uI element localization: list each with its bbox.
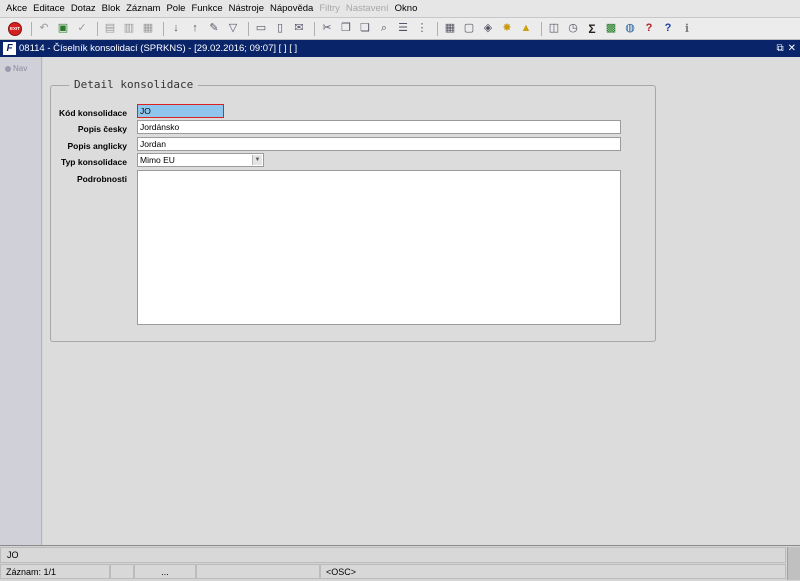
exit-button[interactable]: EXIT <box>8 21 22 36</box>
typ-konsolidace-label: Typ konsolidace <box>61 157 127 167</box>
nav-tab[interactable]: Nav <box>0 57 41 73</box>
cut-icon[interactable]: ✂ <box>319 21 335 37</box>
popis-cesky-input[interactable]: Jordánsko <box>137 120 621 134</box>
nav-sidebar: Nav <box>0 57 42 545</box>
email-icon[interactable]: ✉ <box>291 21 307 37</box>
menu-nastaveni: Nastavení <box>345 2 389 14</box>
cube-icon[interactable]: ◈ <box>480 21 496 37</box>
typ-konsolidace-value: Mimo EU <box>140 155 175 165</box>
help-person-icon[interactable]: ? <box>641 21 657 37</box>
menu-akce[interactable]: Akce <box>3 0 30 18</box>
excel-icon[interactable]: ▩ <box>603 21 619 37</box>
undo-icon[interactable]: ↶ <box>36 21 52 37</box>
popis-anglicky-input[interactable]: Jordan <box>137 137 621 151</box>
app-logo-icon: F <box>3 42 16 55</box>
status-cell-empty <box>110 564 134 579</box>
query-execute-icon[interactable]: ▥ <box>121 21 137 37</box>
status-row: Záznam: 1/1 ... <OSC> <box>0 564 786 580</box>
toolbar-separator <box>97 21 98 36</box>
status-scroll-handle <box>787 547 800 580</box>
menu-nastroje[interactable]: Nástroje <box>226 0 267 18</box>
toolbar: EXIT ↶ ▣ ✓ ▤ ▥ ▦ ↓ ↑ ✎ ▽ ▭ ▯ ✉ ✂ ❐ ❏ ⌕ ☰… <box>0 18 800 40</box>
calculator-icon[interactable]: ▦ <box>442 21 458 37</box>
status-cell-empty <box>196 564 320 579</box>
menu-blok[interactable]: Blok <box>99 0 123 18</box>
toolbar-separator <box>541 21 542 36</box>
menu-bar: Akce Editace Dotaz Blok Záznam Pole Funk… <box>0 0 800 18</box>
restore-window-icon[interactable]: ⧉ <box>776 43 783 54</box>
popis-anglicky-label: Popis anglicky <box>67 141 127 151</box>
status-mode: <OSC> <box>320 564 786 579</box>
check-icon[interactable]: ✓ <box>74 21 90 37</box>
sort-ascending-icon[interactable]: ↓ <box>168 21 184 37</box>
clock-icon[interactable]: ◷ <box>565 21 581 37</box>
nav-label: Nav <box>13 64 28 73</box>
toolbar-separator <box>248 21 249 36</box>
toolbar-separator <box>314 21 315 36</box>
window-title-bar: F 08114 - Číselník konsolidací (SPRKNS) … <box>0 40 800 57</box>
list-icon[interactable]: ☰ <box>395 21 411 37</box>
window-title: 08114 - Číselník konsolidací (SPRKNS) - … <box>19 43 298 54</box>
status-bar: JO Záznam: 1/1 ... <OSC> <box>0 545 800 581</box>
print-preview-icon[interactable]: ▯ <box>272 21 288 37</box>
nav-icon <box>5 65 11 72</box>
save-record-icon[interactable]: ▣ <box>55 21 71 37</box>
menu-zaznam[interactable]: Záznam <box>123 0 163 18</box>
kod-konsolidace-label: Kód konsolidace <box>58 108 127 118</box>
chart-icon[interactable]: ◫ <box>546 21 562 37</box>
menu-okno[interactable]: Okno <box>392 0 421 18</box>
status-record-count: Záznam: 1/1 <box>0 564 110 579</box>
group-title: Detail konsolidace <box>69 78 199 91</box>
form-area: Detail konsolidace Kód konsolidace JO Po… <box>43 57 800 545</box>
menu-napoveda[interactable]: Nápověda <box>267 0 316 18</box>
sort-descending-icon[interactable]: ↑ <box>187 21 203 37</box>
wrench-icon[interactable]: ✎ <box>206 21 222 37</box>
chevron-down-icon[interactable]: ▼ <box>252 155 262 165</box>
status-ellipsis: ... <box>134 564 196 579</box>
podrobnosti-textarea[interactable] <box>137 170 621 325</box>
search-icon[interactable]: ⌕ <box>376 21 392 37</box>
status-current-value: JO <box>0 547 786 563</box>
menu-filtry: Filtry <box>319 2 340 14</box>
copy-icon[interactable]: ❐ <box>338 21 354 37</box>
podrobnosti-label: Podrobnosti <box>76 174 127 184</box>
paste-icon[interactable]: ❏ <box>357 21 373 37</box>
menu-dotaz[interactable]: Dotaz <box>68 0 99 18</box>
menu-pole[interactable]: Pole <box>163 0 188 18</box>
warning-icon[interactable]: ▲ <box>518 21 534 37</box>
globe-icon[interactable]: ◍ <box>622 21 638 37</box>
help-icon[interactable]: ? <box>660 21 676 37</box>
sun-icon[interactable]: ✸ <box>499 21 515 37</box>
filter-icon[interactable]: ▽ <box>225 21 241 37</box>
query-enter-icon[interactable]: ▤ <box>102 21 118 37</box>
print-icon[interactable]: ▭ <box>253 21 269 37</box>
menu-editace[interactable]: Editace <box>30 0 68 18</box>
popis-cesky-label: Popis česky <box>77 124 127 134</box>
typ-konsolidace-select[interactable]: Mimo EU ▼ <box>137 153 264 167</box>
menu-funkce[interactable]: Funkce <box>188 0 225 18</box>
toolbar-separator <box>163 21 164 36</box>
tree-icon[interactable]: ⋮ <box>414 21 430 37</box>
close-window-icon[interactable]: ✕ <box>788 43 796 54</box>
toolbar-separator <box>31 21 32 36</box>
info-icon[interactable]: i <box>679 21 695 37</box>
toolbar-separator <box>437 21 438 36</box>
query-cancel-icon[interactable]: ▦ <box>140 21 156 37</box>
kod-konsolidace-input[interactable]: JO <box>137 104 224 118</box>
document-icon[interactable]: ▢ <box>461 21 477 37</box>
sum-icon[interactable]: Σ <box>584 21 600 37</box>
